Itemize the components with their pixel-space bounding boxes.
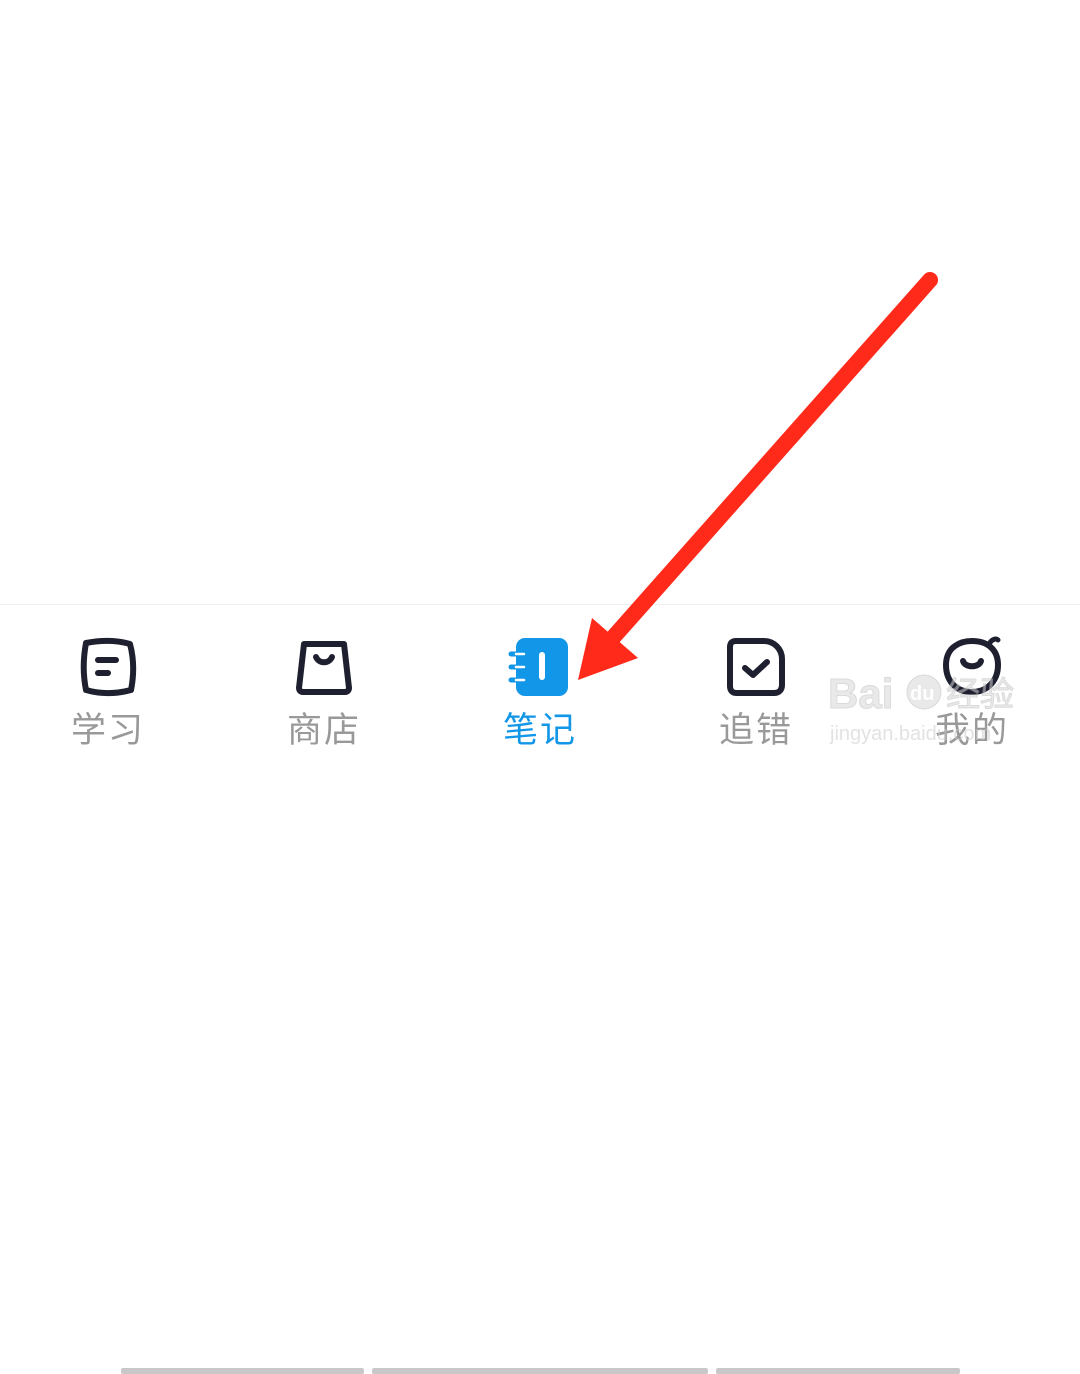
smiley-face-icon [940, 635, 1004, 699]
tab-study[interactable]: 学习 [0, 605, 216, 770]
tab-store[interactable]: 商店 [216, 605, 432, 770]
shopping-bag-icon [292, 635, 356, 699]
note-card-icon [76, 635, 140, 699]
tab-store-label: 商店 [286, 711, 361, 751]
check-square-icon [724, 635, 788, 699]
home-indicator-segment [372, 1368, 708, 1374]
home-indicator-segment [121, 1368, 364, 1374]
content-area [0, 0, 1080, 604]
tab-study-label: 学习 [70, 711, 145, 751]
tab-notes-label: 笔记 [502, 711, 577, 751]
tab-mistakes-label: 追错 [718, 711, 793, 751]
notebook-icon [508, 635, 572, 699]
tab-notes[interactable]: 笔记 [432, 605, 648, 770]
tab-mistakes[interactable]: 追错 [648, 605, 864, 770]
bottom-tab-bar: 学习 商店 笔记 追错 我的 [0, 604, 1080, 1374]
tab-profile[interactable]: 我的 [864, 605, 1080, 770]
tab-profile-label: 我的 [934, 711, 1009, 751]
home-indicator-segment [716, 1368, 960, 1374]
